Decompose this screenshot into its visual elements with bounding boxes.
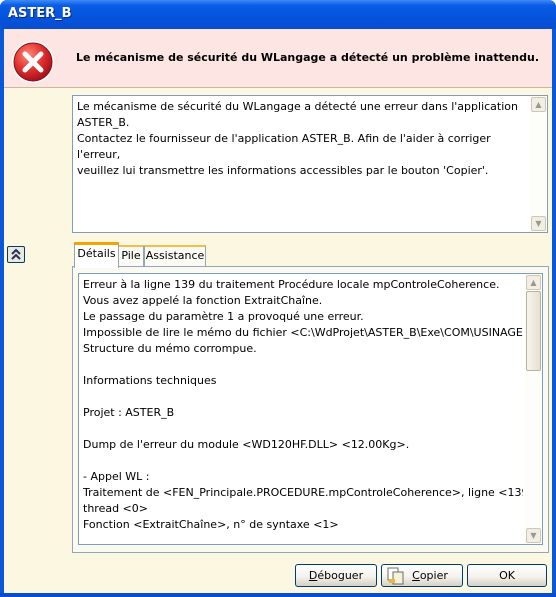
double-chevron-up-icon [11, 248, 21, 260]
details-line: thread <0> [83, 502, 148, 515]
copy-label: opier [419, 569, 448, 582]
scroll-up-button[interactable]: ▲ [531, 97, 546, 112]
details-scrollbar[interactable]: ▲ ▼ [525, 274, 542, 544]
tab-details[interactable]: Détails [74, 242, 119, 268]
details-scroll-up-button[interactable]: ▲ [526, 275, 541, 290]
details-line [83, 421, 523, 437]
details-line: - Appel WL : [83, 470, 150, 483]
error-header: Le mécanisme de sécurité du WLangage a d… [4, 29, 552, 88]
details-line: Impossible de lire le mémo du fichier <C… [83, 326, 523, 339]
tab-assistance[interactable]: Assistance [144, 245, 206, 267]
details-line: Structure du mémo corrompue. [83, 342, 257, 355]
collapse-details-button[interactable] [7, 246, 25, 263]
ok-button[interactable]: OK [467, 564, 547, 587]
details-line: Dump de l'erreur du module <WD120HF.DLL>… [83, 438, 410, 451]
details-line: Fonction <ExtraitChaîne>, n° de syntaxe … [83, 518, 339, 531]
details-line [83, 453, 523, 469]
details-text-box[interactable]: Erreur à la ligne 139 du traitement Proc… [78, 273, 543, 545]
details-line: Informations techniques [83, 374, 217, 387]
debug-button[interactable]: Déboguer [295, 564, 377, 587]
error-message-box[interactable]: Le mécanisme de sécurité du WLangage a d… [72, 95, 548, 233]
details-line: Erreur à la ligne 139 du traitement Proc… [83, 278, 500, 291]
error-icon [12, 41, 54, 83]
message-line: Le mécanisme de sécurité du WLangage a d… [77, 100, 518, 129]
error-headline: Le mécanisme de sécurité du WLangage a d… [76, 51, 540, 64]
copy-icon [387, 567, 404, 585]
details-line: Le passage du paramètre 1 a provoqué une… [83, 310, 364, 323]
details-line [83, 389, 523, 405]
message-line: veuillez lui transmettre les information… [77, 164, 489, 177]
details-scroll-thumb[interactable] [526, 291, 541, 371]
details-text: Erreur à la ligne 139 du traitement Proc… [83, 277, 523, 533]
details-scroll-down-button[interactable]: ▼ [526, 528, 541, 543]
details-line: Vous avez appelé la fonction ExtraitChaî… [83, 294, 323, 307]
debug-label: éboguer [317, 569, 364, 582]
dialog-window: ASTER_B Le mécanisme de sécurité du WLan… [0, 0, 556, 597]
details-line: Traitement de <FEN_Principale.PROCEDURE.… [83, 486, 523, 499]
window-title: ASTER_B [8, 6, 72, 21]
message-scrollbar[interactable]: ▲ ▼ [530, 96, 547, 232]
tab-pile[interactable]: Pile [118, 245, 144, 267]
copy-mnemonic: C [412, 569, 420, 582]
window-bottom-border [0, 593, 556, 597]
details-line [83, 357, 523, 373]
dialog-body: Le mécanisme de sécurité du WLangage a d… [4, 29, 552, 593]
error-message-text: Le mécanisme de sécurité du WLangage a d… [77, 99, 525, 179]
details-line: Projet : ASTER_B [83, 406, 175, 419]
message-line: Contactez le fournisseur de l'applicatio… [77, 132, 491, 161]
title-bar[interactable]: ASTER_B [0, 0, 556, 29]
details-panel: Erreur à la ligne 139 du traitement Proc… [72, 266, 549, 553]
scroll-down-button[interactable]: ▼ [531, 216, 546, 231]
copy-button[interactable]: Copier [381, 564, 463, 587]
